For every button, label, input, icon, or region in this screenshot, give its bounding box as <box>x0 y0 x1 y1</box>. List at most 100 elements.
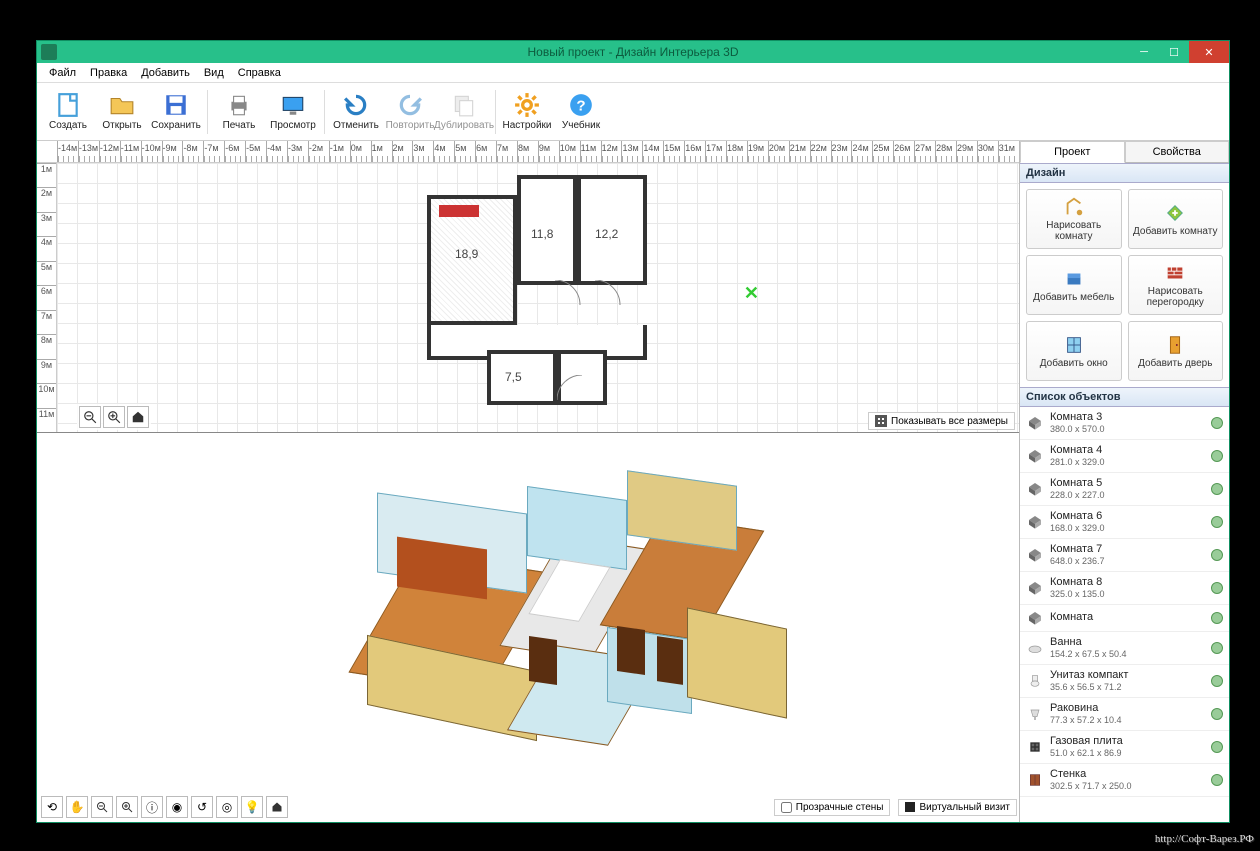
zoom-in-3d-button[interactable] <box>116 796 138 818</box>
visibility-toggle[interactable] <box>1211 708 1223 720</box>
menu-help[interactable]: Справка <box>232 65 287 81</box>
ruler-tick: 5м <box>37 261 56 285</box>
home-button[interactable] <box>127 406 149 428</box>
visibility-toggle[interactable] <box>1211 450 1223 462</box>
pan-button[interactable]: ✋ <box>66 796 88 818</box>
print-button[interactable]: Печать <box>212 85 266 139</box>
ruler-tick: 12м <box>601 141 622 162</box>
object-list-item[interactable]: Комната 5228.0 x 227.0 <box>1020 473 1229 506</box>
menu-file[interactable]: Файл <box>43 65 82 81</box>
object-icon <box>1026 738 1044 756</box>
info-button[interactable]: ⓘ <box>141 796 163 818</box>
visibility-toggle[interactable] <box>1211 516 1223 528</box>
object-list-item[interactable]: Комната 3380.0 x 570.0 <box>1020 407 1229 440</box>
object-list-item[interactable]: Унитаз компакт35.6 x 56.5 x 71.2 <box>1020 665 1229 698</box>
ruler-tick: 7м <box>37 310 56 334</box>
ruler-tick: 13м <box>621 141 642 162</box>
reset-view-button[interactable]: ↺ <box>191 796 213 818</box>
visibility-toggle[interactable] <box>1211 549 1223 561</box>
undo-button[interactable]: Отменить <box>329 85 383 139</box>
zoom-out-3d-button[interactable] <box>91 796 113 818</box>
close-button[interactable]: ✕ <box>1189 41 1229 63</box>
ruler-tick: 6м <box>475 141 496 162</box>
ruler-tick: -7м <box>203 141 224 162</box>
ruler-tick: -11м <box>120 141 141 162</box>
zoom-in-button[interactable] <box>103 406 125 428</box>
object-list-item[interactable]: Комната <box>1020 605 1229 632</box>
visibility-toggle[interactable] <box>1211 642 1223 654</box>
visibility-toggle[interactable] <box>1211 582 1223 594</box>
transparent-walls-checkbox[interactable]: Прозрачные стены <box>774 799 891 816</box>
ruler-tick: 18м <box>726 141 747 162</box>
ruler-tick: -4м <box>266 141 287 162</box>
home-3d-button[interactable] <box>266 796 288 818</box>
visibility-toggle[interactable] <box>1211 612 1223 624</box>
zoom-out-button[interactable] <box>79 406 101 428</box>
object-title: Комната 7 <box>1050 543 1205 556</box>
ruler-tick: 9м <box>37 359 56 383</box>
maximize-button[interactable]: ☐ <box>1159 41 1189 63</box>
design-buttons: Нарисовать комнату Добавить комнату Доба… <box>1020 183 1229 387</box>
lighting-button[interactable]: 💡 <box>241 796 263 818</box>
tab-properties[interactable]: Свойства <box>1125 141 1230 162</box>
redo-button[interactable]: Повторить <box>383 85 437 139</box>
object-list-item[interactable]: Комната 7648.0 x 236.7 <box>1020 539 1229 572</box>
menu-edit[interactable]: Правка <box>84 65 133 81</box>
menu-add[interactable]: Добавить <box>135 65 196 81</box>
preview-button[interactable]: Просмотр <box>266 85 320 139</box>
ruler-tick: -9м <box>162 141 183 162</box>
visibility-toggle[interactable] <box>1211 774 1223 786</box>
view-3d-toolbar: ⟲ ✋ ⓘ ◉ ↺ ◎ 💡 Прозрачные стены Виртуальн… <box>39 794 1017 820</box>
add-furniture-button[interactable]: Добавить мебель <box>1026 255 1122 315</box>
tab-project[interactable]: Проект <box>1020 141 1125 163</box>
object-list[interactable]: Комната 3380.0 x 570.0 Комната 4281.0 x … <box>1020 407 1229 822</box>
ruler-tick: 5м <box>454 141 475 162</box>
open-button[interactable]: Открыть <box>95 85 149 139</box>
menu-view[interactable]: Вид <box>198 65 230 81</box>
settings-button[interactable]: Настройки <box>500 85 554 139</box>
view-3d-pane[interactable]: ⟲ ✋ ⓘ ◉ ↺ ◎ 💡 Прозрачные стены Виртуальн… <box>37 433 1019 822</box>
show-all-sizes-toggle[interactable]: Показывать все размеры <box>868 412 1015 430</box>
add-room-button[interactable]: Добавить комнату <box>1128 189 1224 249</box>
object-list-item[interactable]: Газовая плита51.0 x 62.1 x 86.9 <box>1020 731 1229 764</box>
minimize-button[interactable]: ─ <box>1129 41 1159 63</box>
draw-partition-button[interactable]: Нарисовать перегородку <box>1128 255 1224 315</box>
save-button[interactable]: Сохранить <box>149 85 203 139</box>
object-icon <box>1026 513 1044 531</box>
visibility-toggle[interactable] <box>1211 675 1223 687</box>
draw-room-button[interactable]: Нарисовать комнату <box>1026 189 1122 249</box>
iso-3d-scene[interactable] <box>317 443 787 763</box>
ruler-tick: 7м <box>496 141 517 162</box>
object-size: 648.0 x 236.7 <box>1050 556 1205 567</box>
svg-text:?: ? <box>576 97 585 114</box>
visibility-toggle[interactable] <box>1211 483 1223 495</box>
ruler-tick: -14м <box>57 141 78 162</box>
visibility-toggle[interactable] <box>1211 417 1223 429</box>
orbit-button[interactable]: ◉ <box>166 796 188 818</box>
object-size: 380.0 x 570.0 <box>1050 424 1205 435</box>
create-button[interactable]: Создать <box>41 85 95 139</box>
add-door-button[interactable]: Добавить дверь <box>1128 321 1224 381</box>
visibility-toggle[interactable] <box>1211 741 1223 753</box>
rotate-360-button[interactable]: ⟲ <box>41 796 63 818</box>
ruler-tick: 2м <box>392 141 413 162</box>
object-list-item[interactable]: Раковина77.3 x 57.2 x 10.4 <box>1020 698 1229 731</box>
object-list-item[interactable]: Комната 6168.0 x 329.0 <box>1020 506 1229 539</box>
virtual-visit-checkbox[interactable]: Виртуальный визит <box>898 799 1017 816</box>
object-list-item[interactable]: Комната 8325.0 x 135.0 <box>1020 572 1229 605</box>
floorplan[interactable]: 18,9 11,8 12,2 7,5 <box>427 175 657 407</box>
furniture-item[interactable] <box>439 205 479 217</box>
object-list-item[interactable]: Стенка302.5 x 71.7 x 250.0 <box>1020 764 1229 797</box>
add-window-button[interactable]: Добавить окно <box>1026 321 1122 381</box>
ruler-tick: 11м <box>580 141 601 162</box>
object-list-item[interactable]: Ванна154.2 x 67.5 x 50.4 <box>1020 632 1229 665</box>
door-3d <box>657 636 683 685</box>
duplicate-button[interactable]: Дублировать <box>437 85 491 139</box>
ruler-tick: 0м <box>350 141 371 162</box>
object-list-item[interactable]: Комната 4281.0 x 329.0 <box>1020 440 1229 473</box>
crosshair-icon: ✕ <box>744 283 759 304</box>
manual-button[interactable]: ?Учебник <box>554 85 608 139</box>
ruler-tick: -6м <box>224 141 245 162</box>
plan-canvas[interactable]: 18,9 11,8 12,2 7,5 <box>57 163 1019 432</box>
snapshot-button[interactable]: ◎ <box>216 796 238 818</box>
